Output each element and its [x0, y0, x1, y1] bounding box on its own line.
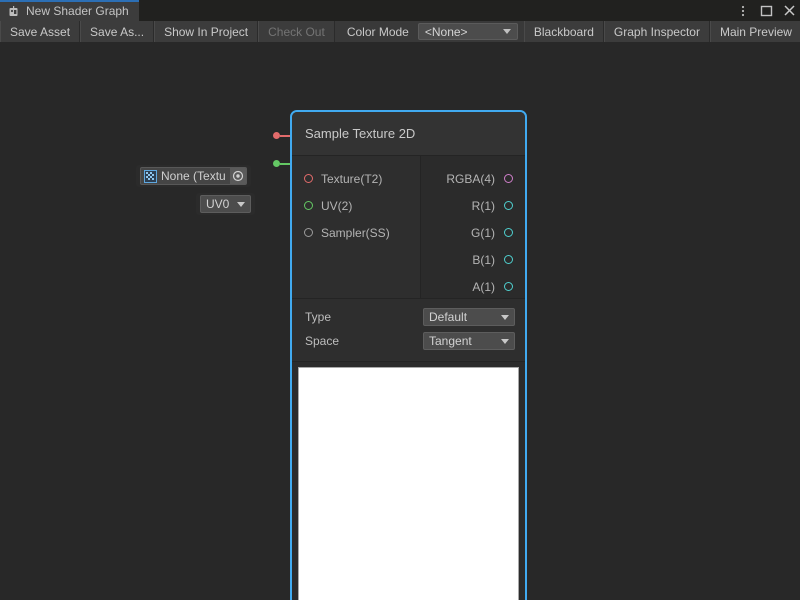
- show-in-project-button[interactable]: Show In Project: [154, 21, 258, 42]
- color-mode-value: <None>: [425, 25, 468, 39]
- space-value: Tangent: [429, 334, 472, 348]
- uv-property-field: UV0: [196, 193, 255, 215]
- tab-label: New Shader Graph: [26, 5, 129, 17]
- node-title: Sample Texture 2D: [292, 112, 525, 156]
- shader-graph-window: New Shader Graph: [0, 0, 800, 600]
- save-asset-button[interactable]: Save Asset: [0, 21, 80, 42]
- texture-edge-source-dot: [273, 132, 280, 139]
- node-input-ports: Texture(T2) UV(2) Sampler(SS): [292, 156, 421, 298]
- maximize-icon[interactable]: [759, 4, 773, 18]
- chevron-down-icon: [501, 339, 509, 344]
- output-port-label: R(1): [472, 199, 495, 213]
- input-port-sampler[interactable]: Sampler(SS): [292, 219, 420, 246]
- texture-property-field: None (Textu: [136, 165, 251, 187]
- color-mode-label: Color Mode: [335, 21, 418, 42]
- type-value: Default: [429, 310, 467, 324]
- port-dot-icon[interactable]: [304, 174, 313, 183]
- color-mode-dropdown[interactable]: <None>: [418, 23, 518, 40]
- port-dot-icon[interactable]: [304, 201, 313, 210]
- input-port-texture[interactable]: Texture(T2): [292, 165, 420, 192]
- output-port-a[interactable]: A(1): [421, 273, 525, 300]
- port-dot-icon[interactable]: [504, 228, 513, 237]
- node-output-ports: RGBA(4) R(1) G(1) B(1): [421, 156, 525, 298]
- space-dropdown[interactable]: Tangent: [423, 332, 515, 350]
- blackboard-button[interactable]: Blackboard: [524, 21, 604, 42]
- texture-object-field[interactable]: None (Textu: [140, 167, 247, 185]
- node-sample-texture-2d[interactable]: Sample Texture 2D Texture(T2) UV(2) Samp…: [290, 110, 527, 600]
- close-icon[interactable]: [782, 4, 796, 18]
- port-dot-icon[interactable]: [504, 174, 513, 183]
- input-port-label: Texture(T2): [321, 172, 382, 186]
- input-port-uv[interactable]: UV(2): [292, 192, 420, 219]
- control-label-space: Space: [305, 334, 339, 348]
- main-preview-button[interactable]: Main Preview: [710, 21, 800, 42]
- output-port-label: G(1): [471, 226, 495, 240]
- input-port-label: Sampler(SS): [321, 226, 390, 240]
- output-port-g[interactable]: G(1): [421, 219, 525, 246]
- toolbar: Save Asset Save As... Show In Project Ch…: [0, 21, 800, 42]
- output-port-label: A(1): [472, 280, 495, 294]
- control-label-type: Type: [305, 310, 331, 324]
- node-ports: Texture(T2) UV(2) Sampler(SS) RGBA(4): [292, 156, 525, 299]
- chevron-down-icon: [501, 315, 509, 320]
- check-out-button: Check Out: [258, 21, 335, 42]
- control-row-type: Type Default: [292, 305, 525, 329]
- output-port-label: RGBA(4): [446, 172, 495, 186]
- tab-new-shader-graph[interactable]: New Shader Graph: [0, 0, 139, 21]
- chevron-down-icon: [503, 29, 511, 34]
- control-row-space: Space Tangent: [292, 329, 525, 353]
- texture-thumbnail-icon: [144, 170, 157, 183]
- shader-graph-icon: [7, 5, 20, 18]
- port-dot-icon[interactable]: [504, 201, 513, 210]
- port-dot-icon[interactable]: [504, 255, 513, 264]
- tab-bar: New Shader Graph: [0, 0, 800, 21]
- port-dot-icon[interactable]: [504, 282, 513, 291]
- chevron-down-icon: [237, 202, 245, 207]
- uv-edge-source-dot: [273, 160, 280, 167]
- type-dropdown[interactable]: Default: [423, 308, 515, 326]
- node-preview[interactable]: [298, 367, 519, 600]
- port-dot-icon[interactable]: [304, 228, 313, 237]
- graph-canvas[interactable]: None (Textu UV0 Sample Te: [0, 42, 800, 600]
- output-port-label: B(1): [472, 253, 495, 267]
- save-as-button[interactable]: Save As...: [80, 21, 154, 42]
- uv-field-value: UV0: [206, 197, 229, 211]
- output-port-rgba[interactable]: RGBA(4): [421, 165, 525, 192]
- texture-field-value: None (Textu: [161, 169, 229, 183]
- input-port-label: UV(2): [321, 199, 352, 213]
- object-picker-icon[interactable]: [230, 168, 246, 184]
- more-options-icon[interactable]: [736, 4, 750, 18]
- window-controls: [736, 0, 796, 21]
- node-controls: Type Default Space Tangent: [292, 299, 525, 362]
- output-port-b[interactable]: B(1): [421, 246, 525, 273]
- uv-channel-dropdown[interactable]: UV0: [200, 195, 251, 213]
- graph-inspector-button[interactable]: Graph Inspector: [604, 21, 710, 42]
- output-port-r[interactable]: R(1): [421, 192, 525, 219]
